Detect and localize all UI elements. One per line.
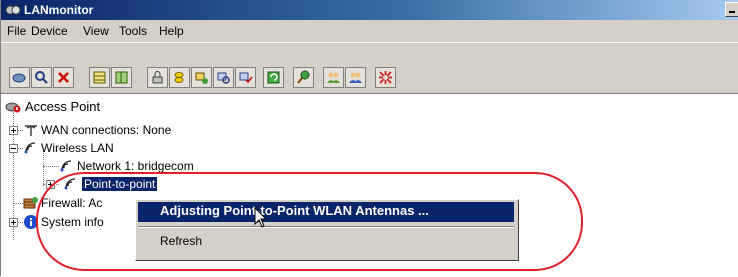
refresh-green-icon[interactable] [263, 67, 284, 88]
menu-view[interactable]: View [83, 24, 109, 38]
expand-p2p-button[interactable] [46, 180, 55, 189]
tree-line [43, 166, 59, 167]
menu-item-refresh[interactable]: Refresh [160, 234, 202, 248]
point-to-point-icon [64, 178, 76, 190]
menu-help[interactable]: Help [159, 24, 184, 38]
network-add-icon[interactable] [191, 67, 212, 88]
mouse-cursor-icon [254, 207, 268, 228]
network-search-icon[interactable] [213, 67, 234, 88]
menu-device[interactable]: Device [31, 24, 68, 38]
menu-item-adjust-antennas[interactable]: Adjusting Point-to-Point WLAN Antennas .… [160, 203, 429, 218]
lanmonitor-icon [5, 5, 21, 15]
lock-icon[interactable] [147, 67, 168, 88]
grid-alt-icon[interactable] [111, 67, 132, 88]
disconnect-icon[interactable] [375, 67, 396, 88]
tree-line [43, 150, 44, 186]
menu-separator [138, 226, 514, 228]
minimize-button[interactable] [725, 2, 738, 17]
tree-item-sysinfo[interactable]: System info [41, 215, 104, 229]
tree-item-wan[interactable]: WAN connections: None [41, 123, 171, 137]
title-bar[interactable]: LANmonitor [1, 0, 738, 20]
toolbar [1, 42, 738, 93]
menu-tools[interactable]: Tools [119, 24, 147, 38]
group-icon[interactable] [323, 67, 344, 88]
menu-file[interactable]: File [7, 24, 26, 38]
group-alt-icon[interactable] [345, 67, 366, 88]
expand-wan-button[interactable] [9, 126, 18, 135]
tree-item-firewall[interactable]: Firewall: Ac [41, 196, 102, 210]
firewall-icon [23, 197, 38, 209]
network-check-icon[interactable] [235, 67, 256, 88]
window-title: LANmonitor [24, 3, 94, 17]
tree-item-wlan[interactable]: Wireless LAN [41, 141, 114, 155]
context-menu: Adjusting Point-to-Point WLAN Antennas .… [135, 199, 519, 261]
wan-icon [25, 125, 37, 136]
grid-icon[interactable] [89, 67, 110, 88]
pin-icon[interactable] [293, 67, 314, 88]
wireless-icon [24, 142, 36, 154]
menu-bar: File Device View Tools Help [1, 20, 738, 42]
delete-icon[interactable] [53, 67, 74, 88]
expand-sysinfo-button[interactable] [9, 218, 18, 227]
search-device-icon[interactable] [31, 67, 52, 88]
app-window: LANmonitor File Device View Tools Help A… [0, 0, 738, 277]
coins-icon[interactable] [169, 67, 190, 88]
tree-root-access-point[interactable]: Access Point [25, 99, 100, 114]
tree-item-p2p[interactable]: Point-to-point [82, 177, 158, 191]
tree-line [13, 203, 23, 204]
open-icon[interactable] [9, 67, 30, 88]
wireless-network-icon [60, 160, 72, 172]
info-icon [24, 215, 38, 229]
access-point-icon [5, 102, 21, 113]
collapse-wlan-button[interactable] [9, 144, 18, 153]
tree-item-network1[interactable]: Network 1: bridgecom [77, 159, 194, 173]
